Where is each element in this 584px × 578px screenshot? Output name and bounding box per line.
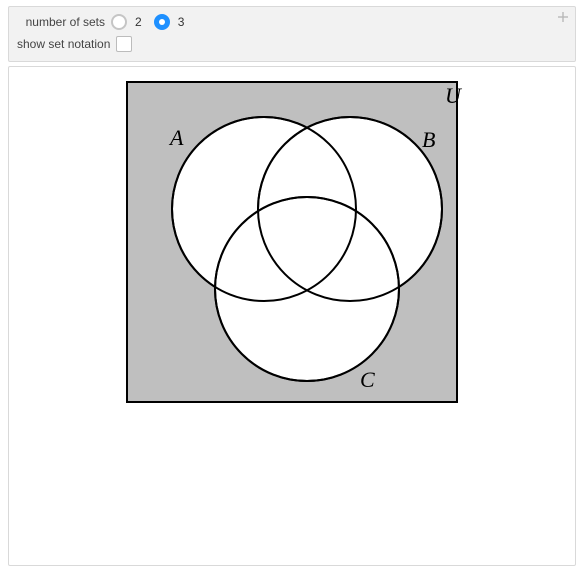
expand-icon[interactable] [557,11,569,23]
controls-panel: number of sets 2 3 show set notation [8,6,576,62]
radio-sets-3[interactable] [154,14,170,30]
show-notation-checkbox[interactable] [116,36,132,52]
radio-sets-3-label[interactable]: 3 [178,15,185,29]
show-notation-row: show set notation [17,33,567,55]
venn-diagram: U A B C [112,77,472,407]
universe-label: U [445,83,463,108]
set-b-label: B [422,127,435,152]
set-a-label: A [168,125,184,150]
set-c-label: C [360,367,375,392]
radio-sets-2[interactable] [111,14,127,30]
number-of-sets-label: number of sets [17,15,105,29]
plot-panel: U A B C [8,66,576,566]
number-of-sets-row: number of sets 2 3 [17,11,567,33]
radio-sets-2-label[interactable]: 2 [135,15,142,29]
show-notation-label: show set notation [17,37,110,51]
